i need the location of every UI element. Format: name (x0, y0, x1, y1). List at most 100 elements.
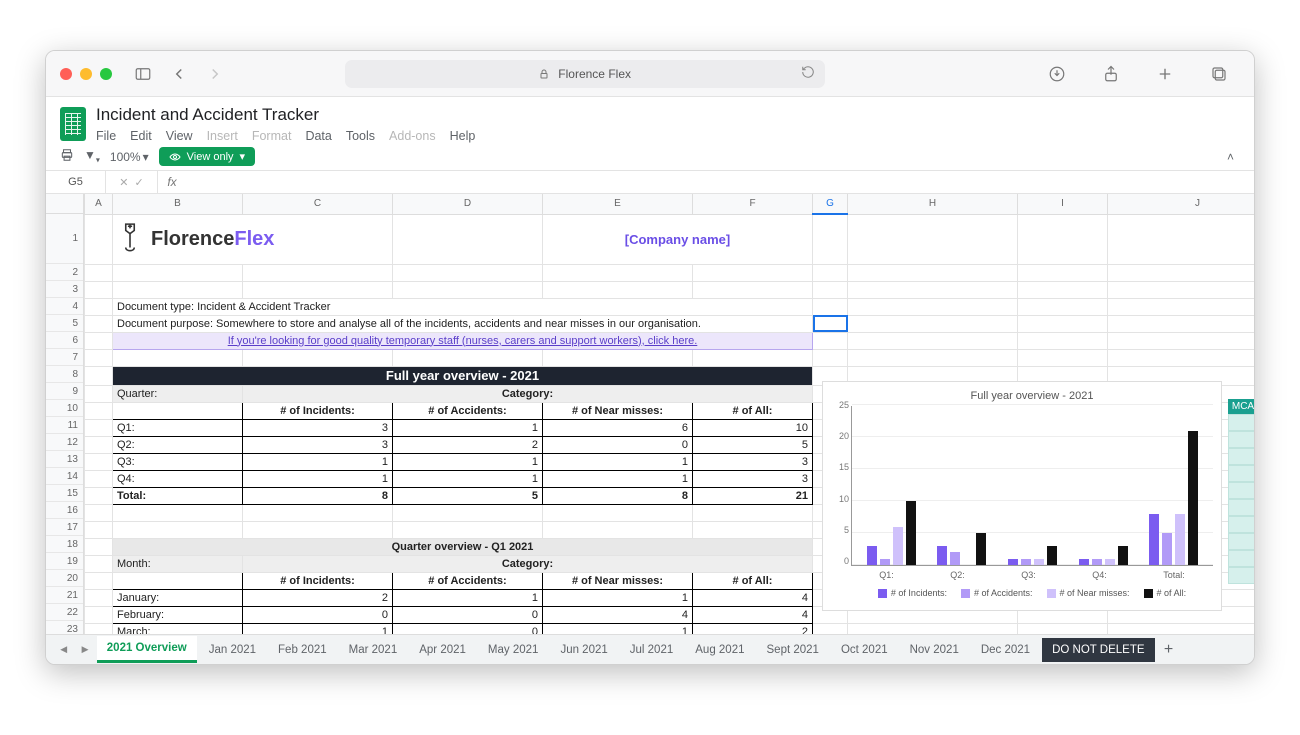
collapse-toolbar-icon[interactable]: ˄ (1227, 150, 1240, 164)
add-sheet-button[interactable]: + (1157, 641, 1181, 659)
back-button[interactable] (164, 61, 194, 87)
chart-title: Full year overview - 2021 (851, 390, 1213, 402)
table-row[interactable]: March: (113, 623, 243, 634)
address-bar[interactable]: Florence Flex (345, 60, 825, 88)
col-header[interactable]: A (85, 194, 113, 214)
tab-aug[interactable]: Aug 2021 (685, 638, 754, 662)
cancel-icon[interactable]: ✕ (119, 176, 128, 189)
menu-tools[interactable]: Tools (346, 129, 375, 143)
tab-may[interactable]: May 2021 (478, 638, 549, 662)
row-header[interactable]: 10 (46, 400, 83, 417)
row-header[interactable]: 20 (46, 570, 83, 587)
side-label: MCA (1228, 399, 1254, 414)
tab-donotdelete[interactable]: DO NOT DELETE (1042, 638, 1154, 662)
row-header[interactable]: 13 (46, 451, 83, 468)
refresh-icon[interactable] (801, 65, 815, 82)
row-header[interactable]: 16 (46, 502, 83, 519)
company-placeholder[interactable]: [Company name] (543, 214, 813, 264)
col-all: # of All: (693, 402, 813, 419)
tab-jan[interactable]: Jan 2021 (199, 638, 266, 662)
row-header[interactable]: 15 (46, 485, 83, 502)
col-header[interactable]: D (393, 194, 543, 214)
doc-title[interactable]: Incident and Accident Tracker (96, 105, 475, 125)
close-icon[interactable] (60, 68, 72, 80)
col-header[interactable]: H (848, 194, 1018, 214)
col-header[interactable]: J (1108, 194, 1255, 214)
table-row[interactable]: January: (113, 589, 243, 606)
row-header[interactable]: 6 (46, 332, 83, 349)
table-row[interactable]: Q4: (113, 470, 243, 487)
table-row[interactable]: Q3: (113, 453, 243, 470)
chart[interactable]: Full year overview - 2021 2520151050 Q1:… (822, 381, 1222, 611)
col-headers: A B C D E F G H I J (85, 194, 1255, 214)
tab-mar[interactable]: Mar 2021 (339, 638, 408, 662)
sidebar-toggle-icon[interactable] (128, 61, 158, 87)
downloads-icon[interactable] (1042, 61, 1072, 87)
row-header[interactable]: 7 (46, 349, 83, 366)
row-header[interactable]: 18 (46, 536, 83, 553)
col-header[interactable]: C (243, 194, 393, 214)
menu-view[interactable]: View (166, 129, 193, 143)
sheets-app-icon (60, 107, 86, 141)
row-header[interactable]: 12 (46, 434, 83, 451)
row-header[interactable]: 14 (46, 468, 83, 485)
new-tab-icon[interactable] (1150, 61, 1180, 87)
tab-sep[interactable]: Sept 2021 (757, 638, 829, 662)
col-header[interactable]: E (543, 194, 693, 214)
tabs-next-icon[interactable]: ► (75, 644, 94, 656)
tab-2021-overview[interactable]: 2021 Overview (97, 636, 197, 663)
menu-format[interactable]: Format (252, 129, 292, 143)
grid[interactable]: A B C D E F G H I J FlorenceFl (84, 194, 1254, 634)
chart-bar (1175, 514, 1185, 565)
row-header[interactable]: 19 (46, 553, 83, 570)
col-header[interactable]: F (693, 194, 813, 214)
menu-help[interactable]: Help (450, 129, 476, 143)
florence-flex-icon (117, 222, 143, 256)
row-header[interactable]: 2 (46, 264, 83, 281)
tabs-prev-icon[interactable]: ◄ (54, 644, 73, 656)
name-box[interactable]: G5 (46, 171, 106, 193)
row-header[interactable]: 5 (46, 315, 83, 332)
col-header[interactable]: G (813, 194, 848, 214)
promo-link[interactable]: If you're looking for good quality tempo… (113, 332, 813, 349)
zoom-icon[interactable] (100, 68, 112, 80)
row-header[interactable]: 17 (46, 519, 83, 536)
table-row[interactable]: Q1: (113, 419, 243, 436)
tab-apr[interactable]: Apr 2021 (409, 638, 476, 662)
minimize-icon[interactable] (80, 68, 92, 80)
filter-icon[interactable]: ▼▾ (84, 148, 100, 164)
row-header[interactable]: 8 (46, 366, 83, 383)
row-header[interactable]: 21 (46, 587, 83, 604)
view-mode-badge[interactable]: View only ▾ (159, 147, 255, 166)
menu-addons[interactable]: Add-ons (389, 129, 436, 143)
menu-edit[interactable]: Edit (130, 129, 152, 143)
col-header[interactable]: I (1018, 194, 1108, 214)
selected-cell[interactable] (813, 315, 848, 332)
tabs-icon[interactable] (1204, 61, 1234, 87)
col-header[interactable]: B (113, 194, 243, 214)
menu-file[interactable]: File (96, 129, 116, 143)
tab-dec[interactable]: Dec 2021 (971, 638, 1040, 662)
tab-jun[interactable]: Jun 2021 (550, 638, 617, 662)
print-icon[interactable] (60, 148, 74, 165)
table-row[interactable]: February: (113, 606, 243, 623)
accept-icon[interactable]: ✓ (135, 176, 144, 189)
menu-data[interactable]: Data (305, 129, 331, 143)
row-header[interactable]: 11 (46, 417, 83, 434)
zoom-select[interactable]: 100% ▾ (110, 150, 149, 164)
row-header[interactable]: 1 (46, 214, 83, 264)
tab-feb[interactable]: Feb 2021 (268, 638, 337, 662)
row-header[interactable]: 23 (46, 621, 83, 634)
row-header[interactable]: 9 (46, 383, 83, 400)
row-header[interactable]: 22 (46, 604, 83, 621)
share-icon[interactable] (1096, 61, 1126, 87)
tab-oct[interactable]: Oct 2021 (831, 638, 898, 662)
table-total[interactable]: Total: (113, 487, 243, 504)
tab-jul[interactable]: Jul 2021 (620, 638, 683, 662)
table-row[interactable]: Q2: (113, 436, 243, 453)
row-header[interactable]: 4 (46, 298, 83, 315)
forward-button[interactable] (200, 61, 230, 87)
menu-insert[interactable]: Insert (207, 129, 238, 143)
row-header[interactable]: 3 (46, 281, 83, 298)
tab-nov[interactable]: Nov 2021 (900, 638, 969, 662)
